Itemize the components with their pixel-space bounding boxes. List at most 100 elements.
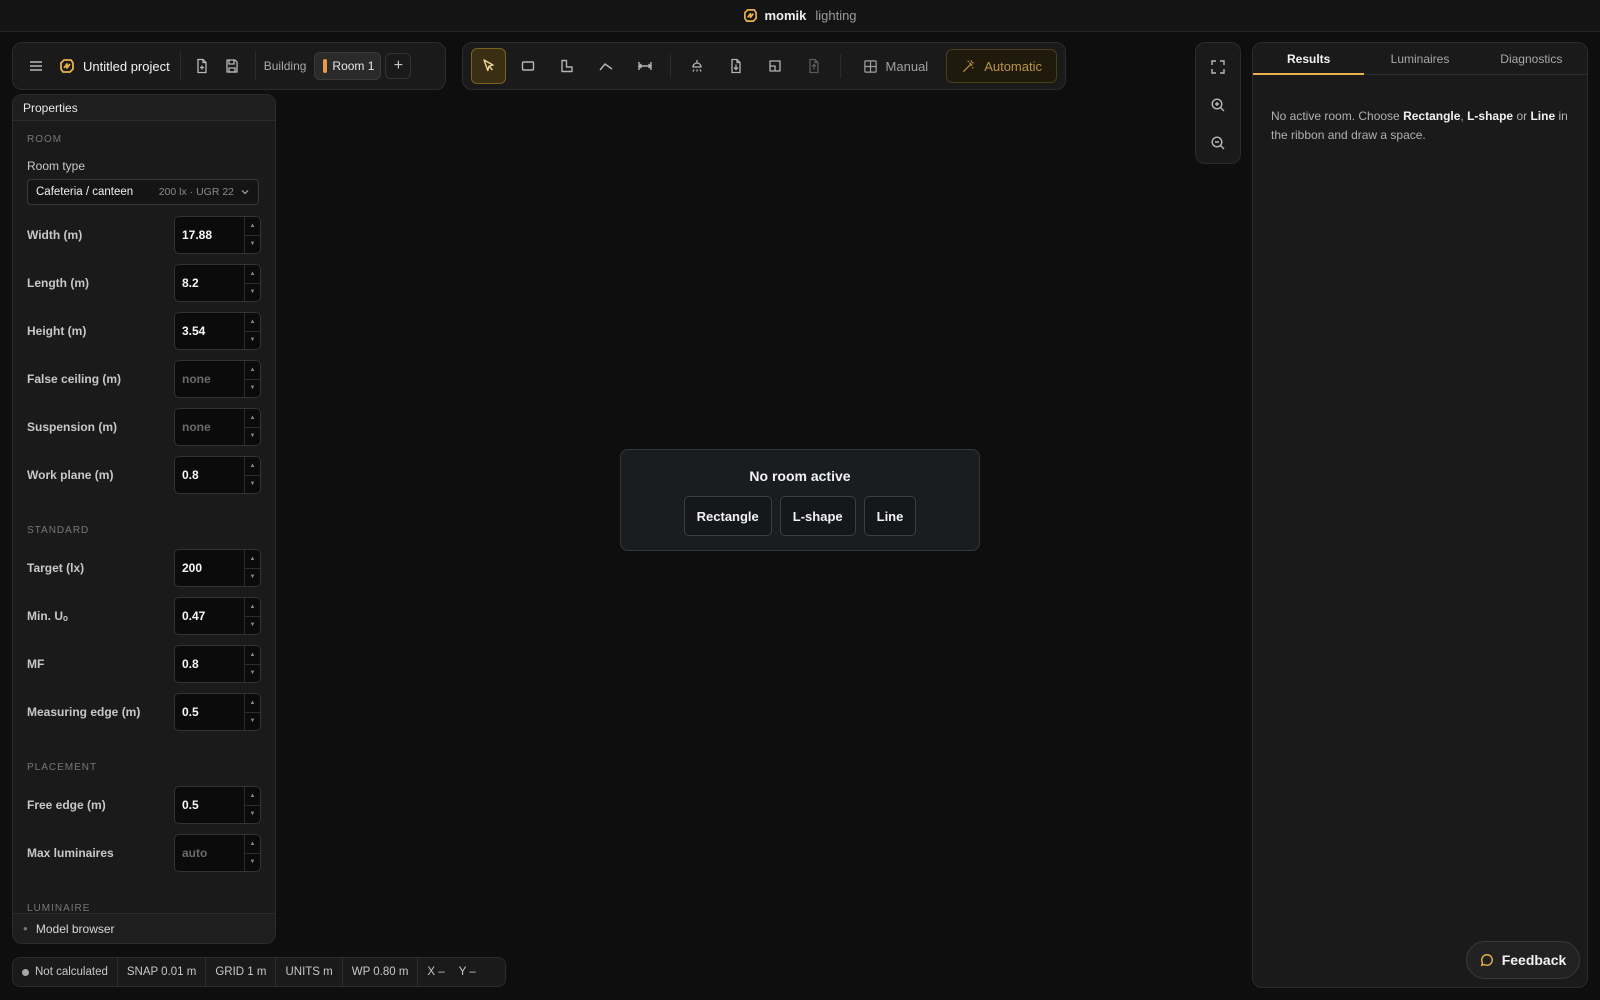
input-value[interactable]: 0.5 [175,787,244,823]
increment-arrow-icon[interactable]: ▲ [245,646,260,665]
placement-fields: Free edge (m) 0.5 ▲ ▼ Max luminaires auto ▲ ▼ [27,781,261,877]
expand-dot-icon: ● [23,924,28,933]
tab-luminaires[interactable]: Luminaires [1364,43,1475,74]
increment-arrow-icon[interactable]: ▲ [245,550,260,569]
room-tab[interactable]: Room 1 [314,52,382,80]
number-input[interactable]: 0.8 ▲ ▼ [174,645,261,683]
stepper: ▲ ▼ [244,313,260,349]
room-color-swatch [323,59,328,73]
automatic-mode-button[interactable]: Automatic [946,49,1057,83]
zoom-out-button[interactable] [1202,127,1234,159]
l-shape-tool-button[interactable] [549,48,584,84]
input-placeholder[interactable]: none [175,409,244,445]
number-input[interactable]: auto ▲ ▼ [174,834,261,872]
input-placeholder[interactable]: auto [175,835,244,871]
decrement-arrow-icon[interactable]: ▼ [245,380,260,398]
number-input[interactable]: 0.8 ▲ ▼ [174,456,261,494]
increment-arrow-icon[interactable]: ▲ [245,313,260,332]
input-value[interactable]: 0.8 [175,646,244,682]
increment-arrow-icon[interactable]: ▲ [245,694,260,713]
input-placeholder[interactable]: none [175,361,244,397]
units-setting[interactable]: UNITS m [276,958,343,986]
export-button[interactable] [797,48,832,84]
brand-name: momik [764,8,807,23]
line-button[interactable]: Line [863,496,917,536]
stepper: ▲ ▼ [244,646,260,682]
increment-arrow-icon[interactable]: ▲ [245,598,260,617]
decrement-arrow-icon[interactable]: ▼ [245,665,260,683]
increment-arrow-icon[interactable]: ▲ [245,409,260,428]
input-value[interactable]: 0.8 [175,457,244,493]
decrement-arrow-icon[interactable]: ▼ [245,854,260,872]
input-value[interactable]: 3.54 [175,313,244,349]
import-button[interactable] [718,48,753,84]
fit-view-button[interactable] [1202,51,1234,83]
save-button[interactable] [217,51,247,81]
number-input[interactable]: none ▲ ▼ [174,408,261,446]
zoom-in-button[interactable] [1202,89,1234,121]
grid-setting[interactable]: GRID 1 m [206,958,277,986]
section-placement-title: PLACEMENT [27,762,98,773]
decrement-arrow-icon[interactable]: ▼ [245,569,260,587]
model-browser-toggle[interactable]: ● Model browser [13,913,275,943]
increment-arrow-icon[interactable]: ▲ [245,265,260,284]
area-tool-button[interactable] [757,48,792,84]
tab-results[interactable]: Results [1253,43,1365,75]
number-input[interactable]: 200 ▲ ▼ [174,549,261,587]
line-tool-button[interactable] [588,48,623,84]
stepper: ▲ ▼ [244,787,260,823]
add-room-button[interactable]: + [385,53,412,79]
measure-tool-button[interactable] [627,48,662,84]
increment-arrow-icon[interactable]: ▲ [245,217,260,236]
number-input[interactable]: 3.54 ▲ ▼ [174,312,261,350]
section-room-title: ROOM [27,134,63,145]
status-dot-icon [22,968,29,976]
decrement-arrow-icon[interactable]: ▼ [245,476,260,494]
increment-arrow-icon[interactable]: ▲ [245,361,260,380]
rectangle-tool-button[interactable] [510,48,545,84]
decrement-arrow-icon[interactable]: ▼ [245,332,260,350]
number-input[interactable]: 0.47 ▲ ▼ [174,597,261,635]
input-value[interactable]: 8.2 [175,265,244,301]
room-type-select[interactable]: Cafeteria / canteen 200 lx · UGR 22 [27,179,259,205]
increment-arrow-icon[interactable]: ▲ [245,787,260,806]
number-input[interactable]: 17.88 ▲ ▼ [174,216,261,254]
manual-mode-button[interactable]: Manual [849,49,943,83]
input-value[interactable]: 200 [175,550,244,586]
project-title[interactable]: Untitled project [51,51,181,81]
decrement-arrow-icon[interactable]: ▼ [245,806,260,824]
properties-body[interactable]: ROOM Room type Cafeteria / canteen 200 l… [13,122,275,913]
menu-button[interactable] [21,51,51,81]
new-file-button[interactable] [187,51,217,81]
feedback-button[interactable]: Feedback [1466,941,1580,979]
property-label: Free edge (m) [27,798,106,812]
select-tool-button[interactable] [471,48,507,84]
property-label: Length (m) [27,276,89,290]
workplane-setting[interactable]: WP 0.80 m [343,958,419,986]
input-value[interactable]: 0.47 [175,598,244,634]
decrement-arrow-icon[interactable]: ▼ [245,236,260,254]
luminaire-tool-button[interactable] [679,48,714,84]
model-browser-label: Model browser [35,921,115,936]
building-breadcrumb[interactable]: Building [264,59,307,73]
l-shape-button[interactable]: L-shape [779,496,856,536]
decrement-arrow-icon[interactable]: ▼ [245,428,260,446]
number-input[interactable]: 8.2 ▲ ▼ [174,264,261,302]
drawing-ribbon: Manual Automatic [462,42,1066,90]
increment-arrow-icon[interactable]: ▲ [245,835,260,854]
number-input[interactable]: 0.5 ▲ ▼ [174,693,261,731]
project-name: Untitled project [83,58,170,74]
no-room-dialog: No room active Rectangle L-shape Line [620,449,980,551]
decrement-arrow-icon[interactable]: ▼ [245,713,260,731]
snap-setting[interactable]: SNAP 0.01 m [118,958,207,986]
decrement-arrow-icon[interactable]: ▼ [245,617,260,635]
number-input[interactable]: 0.5 ▲ ▼ [174,786,261,824]
decrement-arrow-icon[interactable]: ▼ [245,284,260,302]
input-value[interactable]: 17.88 [175,217,244,253]
increment-arrow-icon[interactable]: ▲ [245,457,260,476]
input-value[interactable]: 0.5 [175,694,244,730]
tab-diagnostics[interactable]: Diagnostics [1476,43,1587,74]
rectangle-button[interactable]: Rectangle [683,496,772,536]
number-input[interactable]: none ▲ ▼ [174,360,261,398]
y-coordinate: Y – [458,966,476,978]
